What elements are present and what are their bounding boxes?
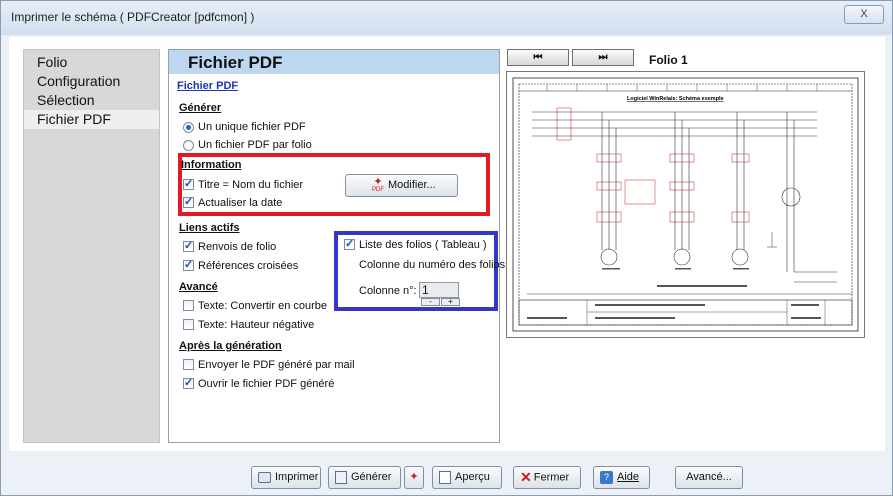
- radio-unique-pdf[interactable]: [183, 122, 194, 133]
- radio-unique-pdf-label: Un unique fichier PDF: [198, 121, 306, 133]
- texte-courbe-label: Texte: Convertir en courbe: [198, 300, 328, 312]
- close-x-icon: ✕: [520, 469, 532, 485]
- renvois-folio-label: Renvois de folio: [198, 241, 277, 253]
- apercu-label: Aperçu: [455, 471, 490, 483]
- aide-button[interactable]: ? Aide: [593, 466, 650, 489]
- generer-pdf-options-button[interactable]: ✦: [404, 466, 424, 489]
- pdf-star-icon: ✦: [409, 471, 419, 483]
- imprimer-button[interactable]: Imprimer: [251, 466, 321, 489]
- window-title: Imprimer le schéma ( PDFCreator [pdfcmon…: [11, 10, 255, 24]
- checkbox-renvois-folio[interactable]: [183, 239, 194, 252]
- radio-pdf-per-folio[interactable]: [183, 140, 194, 151]
- checkbox-texte-courbe[interactable]: [183, 300, 194, 311]
- help-icon: ?: [600, 470, 613, 484]
- skip-next-icon: ⏭: [598, 52, 608, 63]
- fermer-label: Fermer: [533, 471, 570, 484]
- title-bar: Imprimer le schéma ( PDFCreator [pdfcmon…: [1, 1, 892, 35]
- checkbox-texte-hauteur[interactable]: [183, 319, 194, 330]
- preview-icon: [439, 470, 451, 484]
- close-button[interactable]: X: [844, 5, 884, 24]
- printer-icon: [258, 471, 271, 483]
- imprimer-label: Imprimer: [275, 471, 319, 483]
- generer-button[interactable]: Générer: [328, 466, 401, 489]
- print-dialog-window: Imprimer le schéma ( PDFCreator [pdfcmon…: [0, 0, 893, 496]
- modifier-label: Modifier...: [388, 179, 436, 191]
- next-folio-button[interactable]: ⏭: [572, 49, 634, 66]
- colonne-n-label: Colonne n°:: [359, 285, 417, 297]
- checkbox-ouvrir-pdf[interactable]: [183, 376, 194, 389]
- actualiser-date-label: Actualiser la date: [198, 197, 283, 209]
- folio-label: Folio 1: [649, 53, 688, 67]
- modifier-button[interactable]: ✦ PDF Modifier...: [345, 174, 458, 197]
- colonne-increment-button[interactable]: +: [441, 298, 460, 306]
- ouvrir-pdf-label: Ouvrir le fichier PDF généré: [198, 378, 335, 390]
- titre-nom-fichier-label: Titre = Nom du fichier: [198, 179, 304, 191]
- avance-heading: Avancé: [179, 281, 218, 293]
- generer-heading: Générer: [179, 102, 222, 114]
- close-icon: X: [860, 8, 868, 20]
- liens-actifs-heading: Liens actifs: [179, 222, 240, 234]
- texte-hauteur-label: Texte: Hauteur négative: [198, 319, 315, 331]
- checkbox-actualiser-date[interactable]: [183, 195, 194, 208]
- nav-item-selection[interactable]: Sélection: [24, 91, 159, 110]
- checkbox-envoyer-mail[interactable]: [183, 359, 194, 370]
- nav-item-fichier-pdf[interactable]: Fichier PDF: [24, 110, 159, 129]
- skip-first-icon: ⏮: [533, 52, 543, 63]
- colonne-decrement-button[interactable]: -: [421, 298, 440, 306]
- fermer-button[interactable]: ✕ Fermer: [513, 466, 581, 489]
- schematic-preview: Logiciel WinRelais: Schéma exemple: [506, 71, 865, 338]
- avance-button[interactable]: Avancé...: [675, 466, 743, 489]
- apercu-button[interactable]: Aperçu: [432, 466, 502, 489]
- envoyer-mail-label: Envoyer le PDF généré par mail: [198, 359, 355, 371]
- first-folio-button[interactable]: ⏮: [507, 49, 569, 66]
- apres-generation-heading: Après la génération: [179, 340, 282, 352]
- pdf-icon: ✦ PDF: [372, 176, 384, 194]
- colonne-number-field[interactable]: 1: [419, 282, 459, 298]
- nav-item-configuration[interactable]: Configuration: [24, 72, 159, 91]
- generer-label: Générer: [351, 471, 392, 483]
- checkbox-titre-nom-fichier[interactable]: [183, 177, 194, 190]
- references-croisees-label: Références croisées: [198, 260, 299, 272]
- liste-folios-label: Liste des folios ( Tableau ): [359, 239, 487, 251]
- aide-label: Aide: [617, 471, 640, 483]
- radio-pdf-per-folio-label: Un fichier PDF par folio: [198, 139, 312, 151]
- schematic-drawing: Logiciel WinRelais: Schéma exemple: [512, 77, 859, 332]
- nav-item-folio[interactable]: Folio: [24, 53, 159, 72]
- information-heading: Information: [181, 159, 242, 171]
- schematic-title: Logiciel WinRelais: Schéma exemple: [627, 96, 724, 102]
- panel-title: Fichier PDF: [169, 50, 499, 74]
- fichier-pdf-link[interactable]: Fichier PDF: [177, 80, 238, 92]
- generate-pdf-icon: [335, 470, 347, 484]
- section-list: Folio Configuration Sélection Fichier PD…: [23, 49, 160, 443]
- colonne-numero-label: Colonne du numéro des folios:: [359, 259, 509, 271]
- checkbox-references-croisees[interactable]: [183, 258, 194, 271]
- checkbox-liste-folios[interactable]: [344, 237, 355, 250]
